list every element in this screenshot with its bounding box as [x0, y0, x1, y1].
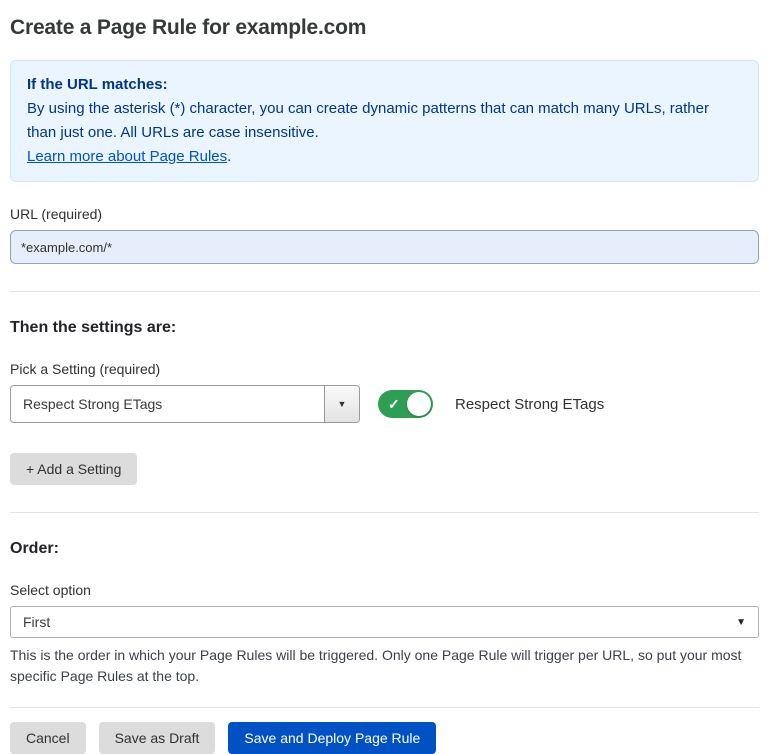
setting-toggle-label: Respect Strong ETags — [455, 396, 604, 413]
save-deploy-button[interactable]: Save and Deploy Page Rule — [228, 722, 436, 754]
divider — [10, 707, 759, 708]
check-icon: ✓ — [388, 397, 400, 411]
url-match-info-box: If the URL matches: By using the asteris… — [10, 60, 759, 182]
page-title: Create a Page Rule for example.com — [10, 16, 759, 40]
order-help-text: This is the order in which your Page Rul… — [10, 645, 755, 687]
cancel-button[interactable]: Cancel — [10, 722, 86, 754]
pick-setting-label: Pick a Setting (required) — [10, 361, 759, 377]
save-draft-button[interactable]: Save as Draft — [99, 722, 216, 754]
info-link-line: Learn more about Page Rules. — [27, 145, 742, 169]
setting-toggle[interactable]: ✓ — [378, 390, 433, 418]
learn-more-link[interactable]: Learn more about Page Rules — [27, 148, 227, 165]
divider — [10, 291, 759, 292]
order-select-value: First — [23, 614, 736, 630]
caret-down-icon[interactable]: ▼ — [324, 386, 359, 422]
page-rule-form: Create a Page Rule for example.com If th… — [0, 0, 769, 754]
divider — [10, 512, 759, 513]
info-box-body: By using the asterisk (*) character, you… — [27, 97, 742, 145]
order-select-label: Select option — [10, 582, 759, 598]
setting-select-value: Respect Strong ETags — [11, 386, 324, 422]
form-actions: Cancel Save as Draft Save and Deploy Pag… — [10, 722, 759, 754]
setting-toggle-group: ✓ Respect Strong ETags — [378, 390, 604, 418]
url-field-label: URL (required) — [10, 206, 759, 222]
link-period: . — [227, 148, 231, 165]
url-input[interactable] — [10, 230, 759, 264]
order-select[interactable]: First ▼ — [10, 606, 759, 638]
chevron-down-icon: ▼ — [736, 617, 746, 628]
toggle-knob — [407, 392, 431, 416]
info-box-heading: If the URL matches: — [27, 73, 742, 97]
setting-row: Respect Strong ETags ▼ ✓ Respect Strong … — [10, 385, 759, 423]
settings-section-heading: Then the settings are: — [10, 319, 759, 337]
setting-select[interactable]: Respect Strong ETags ▼ — [10, 385, 360, 423]
add-setting-button[interactable]: + Add a Setting — [10, 453, 137, 485]
order-section-heading: Order: — [10, 540, 759, 558]
